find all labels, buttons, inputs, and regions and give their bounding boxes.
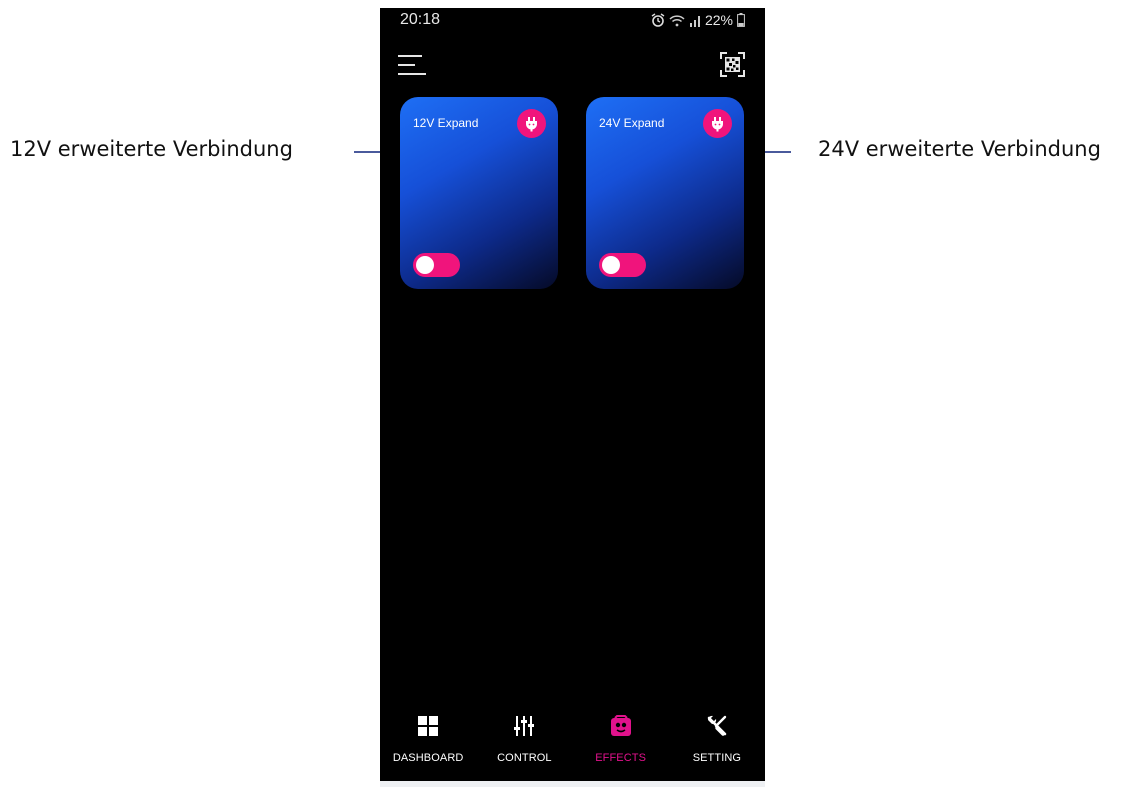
- tab-control[interactable]: CONTROL: [476, 691, 572, 781]
- tab-label: DASHBOARD: [392, 752, 464, 764]
- tab-label: CONTROL: [497, 752, 552, 764]
- sliders-icon: [514, 716, 535, 736]
- phone-screen: 20:18 22% 12V Expand 24V Expand DASHBOAR…: [380, 8, 765, 781]
- tab-dashboard[interactable]: DASHBOARD: [380, 691, 476, 781]
- battery-percent: 22%: [704, 12, 733, 28]
- tools-icon: [707, 715, 727, 736]
- qr-scan-icon[interactable]: [720, 52, 745, 77]
- card-24v-expand[interactable]: 24V Expand: [586, 97, 744, 289]
- bottom-tab-bar: DASHBOARD CONTROL EFFECTS SETTING: [380, 691, 765, 781]
- toggle-knob: [416, 256, 434, 274]
- status-time: 20:18: [400, 11, 441, 28]
- tab-label: SETTING: [692, 752, 742, 764]
- status-icons: 22%: [651, 12, 745, 28]
- effects-icon: [610, 715, 631, 736]
- dashboard-grid-icon: [418, 716, 439, 736]
- toggle-switch[interactable]: [413, 253, 460, 277]
- tab-label: EFFECTS: [595, 752, 647, 764]
- card-title: 24V Expand: [599, 116, 665, 130]
- status-bar: 20:18 22%: [380, 8, 765, 34]
- plug-icon[interactable]: [517, 109, 546, 138]
- wifi-icon: [669, 14, 685, 26]
- tab-effects[interactable]: EFFECTS: [573, 691, 669, 781]
- signal-icon: [689, 15, 700, 27]
- plug-icon[interactable]: [703, 109, 732, 138]
- menu-icon[interactable]: [398, 52, 426, 78]
- battery-icon: [737, 13, 745, 27]
- phone-bottom-edge: [380, 781, 765, 787]
- annotation-24v: 24V erweiterte Verbindung: [818, 137, 1101, 161]
- toggle-switch[interactable]: [599, 253, 646, 277]
- soundwave-graphic: [414, 154, 542, 236]
- tab-setting[interactable]: SETTING: [669, 691, 765, 781]
- card-title: 12V Expand: [413, 116, 479, 130]
- annotation-12v: 12V erweiterte Verbindung: [10, 137, 293, 161]
- soundwave-graphic: [600, 154, 728, 236]
- alarm-icon: [651, 13, 665, 27]
- toggle-knob: [602, 256, 620, 274]
- card-12v-expand[interactable]: 12V Expand: [400, 97, 558, 289]
